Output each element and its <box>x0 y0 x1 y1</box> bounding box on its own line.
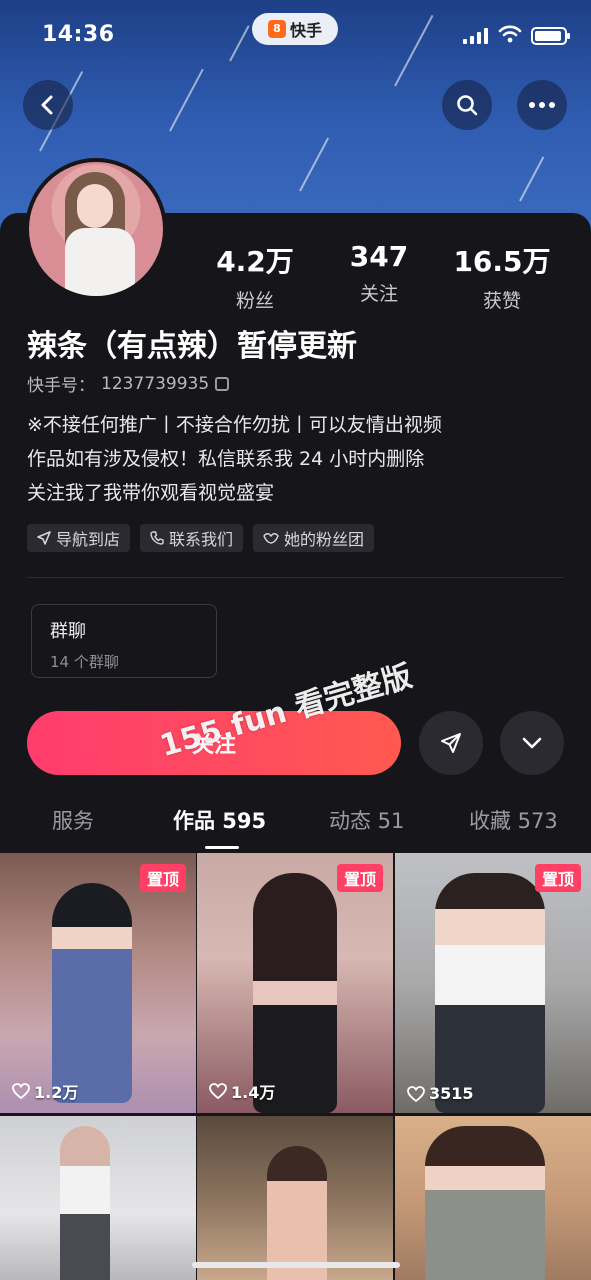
chip-label: 导航到店 <box>56 530 121 549</box>
search-button[interactable] <box>442 80 492 130</box>
bio-line: 作品如有涉及侵权！私信联系我 24 小时内删除 <box>27 448 425 470</box>
like-count: 3515 <box>407 1084 474 1103</box>
profile-bio: ※不接任何推广丨不接合作勿扰丨可以友情出视频 作品如有涉及侵权！私信联系我 24… <box>27 408 442 510</box>
fan-group-icon <box>263 533 279 544</box>
tab-indicator <box>205 846 239 849</box>
pinned-badge: 置顶 <box>139 864 186 892</box>
divider <box>27 577 564 578</box>
bio-line: 关注我了我带你观看视觉盛宴 <box>27 482 275 504</box>
back-button[interactable] <box>23 80 73 130</box>
like-count: 1.4万 <box>209 1079 275 1103</box>
chip-contact-us[interactable]: 联系我们 <box>140 524 244 552</box>
tab-favorites[interactable]: 收藏 573 <box>469 805 558 835</box>
like-count-value: 1.2万 <box>34 1083 79 1102</box>
profile-chips: 导航到店 联系我们 她的粉丝团 <box>27 524 375 552</box>
chevron-down-icon <box>522 737 542 749</box>
work-tile[interactable] <box>0 1116 196 1280</box>
chip-fan-group[interactable]: 她的粉丝团 <box>253 524 375 552</box>
like-count-value: 3515 <box>429 1084 474 1103</box>
kuaishou-logo-icon: 8 <box>267 20 286 38</box>
chip-label: 联系我们 <box>169 530 234 549</box>
battery-icon <box>531 27 570 45</box>
group-chat-title: 群聊 <box>50 621 86 642</box>
navigation-icon <box>37 531 51 545</box>
work-tile[interactable]: 置顶 3515 <box>395 853 591 1113</box>
stat-following-label: 关注 <box>359 283 398 305</box>
stat-fans[interactable]: 4.2万 粉丝 <box>200 240 310 313</box>
app-indicator[interactable]: 8 快手 <box>252 13 338 45</box>
more-button[interactable] <box>517 80 567 130</box>
share-button[interactable] <box>419 711 483 775</box>
stat-likes[interactable]: 16.5万 获赞 <box>447 240 557 313</box>
profile-name: 辣条（有点辣）暂停更新 <box>27 329 357 364</box>
chip-label: 她的粉丝团 <box>284 530 365 549</box>
heart-icon <box>407 1085 425 1102</box>
search-icon <box>457 95 478 116</box>
wifi-icon <box>498 25 522 43</box>
stat-likes-count: 16.5万 <box>453 245 551 278</box>
bio-line: ※不接任何推广丨不接合作勿扰丨可以友情出视频 <box>27 414 442 436</box>
like-count-value: 1.4万 <box>231 1083 276 1102</box>
heart-icon <box>12 1083 30 1099</box>
tab-works[interactable]: 作品 595 <box>173 805 266 835</box>
pinned-badge: 置顶 <box>534 864 581 892</box>
send-icon <box>441 733 461 753</box>
group-chat-card[interactable]: 群聊 14 个群聊 <box>31 604 217 678</box>
kuaishou-id[interactable]: 快手号： 1237739935 <box>27 371 230 396</box>
kuaishou-id-value: 1237739935 <box>101 373 210 394</box>
like-count: 1.2万 <box>12 1079 78 1103</box>
status-time: 14:36 <box>42 22 115 47</box>
more-icon <box>529 102 555 108</box>
status-bar: 14:36 8 快手 <box>0 0 591 72</box>
work-tile[interactable]: 置顶 1.4万 <box>197 853 393 1113</box>
work-tile[interactable] <box>197 1116 393 1280</box>
app-name: 快手 <box>289 21 322 40</box>
stat-fans-label: 粉丝 <box>235 290 274 312</box>
tab-moments[interactable]: 动态 51 <box>329 805 404 835</box>
stat-following-count: 347 <box>349 240 409 273</box>
tab-services[interactable]: 服务 <box>52 805 94 835</box>
profile-tabs: 服务 作品 595 动态 51 收藏 573 <box>0 805 591 845</box>
avatar[interactable] <box>25 158 167 300</box>
stat-fans-count: 4.2万 <box>216 245 294 278</box>
phone-icon <box>150 531 164 545</box>
expand-button[interactable] <box>500 711 564 775</box>
chevron-left-icon <box>41 95 53 115</box>
signal-icon <box>463 28 489 44</box>
work-tile[interactable]: 置顶 1.2万 <box>0 853 196 1113</box>
kuaishou-id-label: 快手号： <box>27 376 95 396</box>
group-chat-subtitle: 14 个群聊 <box>50 653 119 671</box>
stat-likes-label: 获赞 <box>482 290 521 312</box>
pinned-badge: 置顶 <box>336 864 383 892</box>
home-indicator <box>192 1262 400 1268</box>
copy-icon[interactable] <box>215 376 230 391</box>
chip-navigate-store[interactable]: 导航到店 <box>27 524 131 552</box>
work-tile[interactable] <box>395 1116 591 1280</box>
heart-icon <box>209 1083 227 1099</box>
stat-following[interactable]: 347 关注 <box>324 240 434 306</box>
